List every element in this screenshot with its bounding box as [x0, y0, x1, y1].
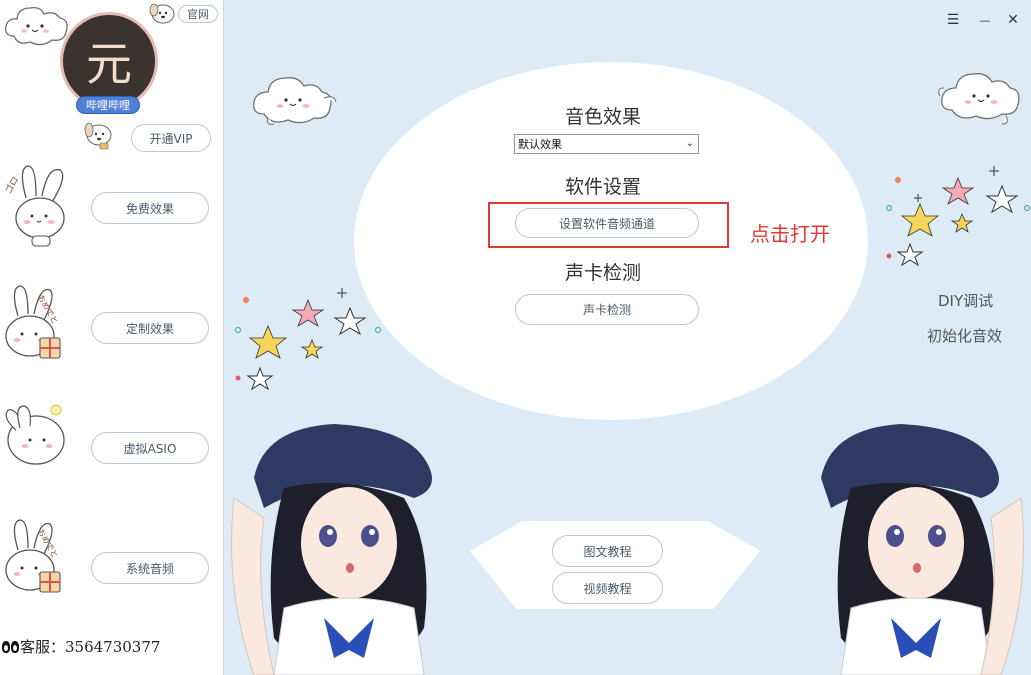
virtual-asio-button[interactable]: 虚拟ASIO	[91, 432, 209, 464]
anime-girl-illustration	[231, 424, 432, 675]
penguin-icon	[11, 641, 19, 653]
official-site-button[interactable]: 官网	[178, 5, 218, 23]
stars-decoration-icon	[234, 288, 382, 391]
software-settings-title: 软件设置	[564, 176, 641, 198]
chevron-down-icon: ⌄	[685, 138, 694, 149]
effect-select[interactable]: 默认效果 ⌄	[514, 134, 699, 154]
customer-service-text: 客服：3564730377	[20, 638, 161, 656]
free-effects-button[interactable]: 免费效果	[91, 192, 209, 224]
dog-sticker-icon	[84, 122, 112, 150]
minimize-icon[interactable]: —	[975, 10, 995, 30]
effect-select-value: 默认效果	[518, 138, 562, 151]
custom-effects-button[interactable]: 定制效果	[91, 312, 209, 344]
system-audio-button[interactable]: 系统音频	[91, 552, 209, 584]
customer-service: 客服：3564730377	[2, 636, 160, 657]
video-tutorial-button[interactable]: 视频教程	[552, 572, 663, 604]
cloud-sticker-icon	[253, 77, 337, 125]
menu-icon[interactable]: ☰	[943, 10, 963, 30]
dog-sticker-icon	[149, 3, 175, 24]
bunny-sticker-icon	[5, 404, 65, 465]
avatar-char: 元	[86, 37, 132, 91]
image-tutorial-button[interactable]: 图文教程	[552, 535, 663, 567]
reset-effects-link[interactable]: 初始化音效	[927, 325, 1002, 346]
avatar-name-badge: 哔哩哔哩	[76, 96, 140, 114]
bunny-sticker-icon: ゴロ	[2, 165, 65, 247]
soundcard-test-button[interactable]: 声卡检测	[515, 294, 699, 325]
bunny-gift-sticker-icon: おめでと	[5, 519, 61, 593]
soundcard-title: 声卡检测	[564, 262, 641, 284]
sound-effect-title: 音色效果	[564, 106, 641, 128]
diy-debug-link[interactable]: DIY调试	[938, 290, 993, 311]
stars-decoration-icon	[886, 166, 1031, 267]
bunny-gift-sticker-icon: おめでと	[5, 285, 61, 359]
highlight-box	[488, 202, 729, 248]
app-window: 官网 元 哔哩哔哩 开通VIP ゴロ 免费效果 おめでと 定制效果 虚拟ASIO…	[0, 0, 1031, 675]
svg-text:ゴロ: ゴロ	[2, 174, 21, 196]
anime-girl-illustration	[821, 424, 1024, 675]
close-icon[interactable]: ✕	[1003, 10, 1023, 30]
cloud-sticker-icon	[938, 73, 1020, 125]
sidebar: 官网 元 哔哩哔哩 开通VIP ゴロ 免费效果 おめでと 定制效果 虚拟ASIO…	[0, 0, 224, 675]
click-to-open-annotation: 点击打开	[750, 222, 830, 246]
cloud-sticker-icon	[5, 6, 68, 46]
main-panel: ☰ — ✕ 音色效果 默认效果 ⌄ 软件设置 设置软件音频通道 点击打开 声卡检…	[224, 0, 1031, 675]
penguin-icon	[2, 641, 10, 653]
vip-button[interactable]: 开通VIP	[131, 124, 211, 152]
